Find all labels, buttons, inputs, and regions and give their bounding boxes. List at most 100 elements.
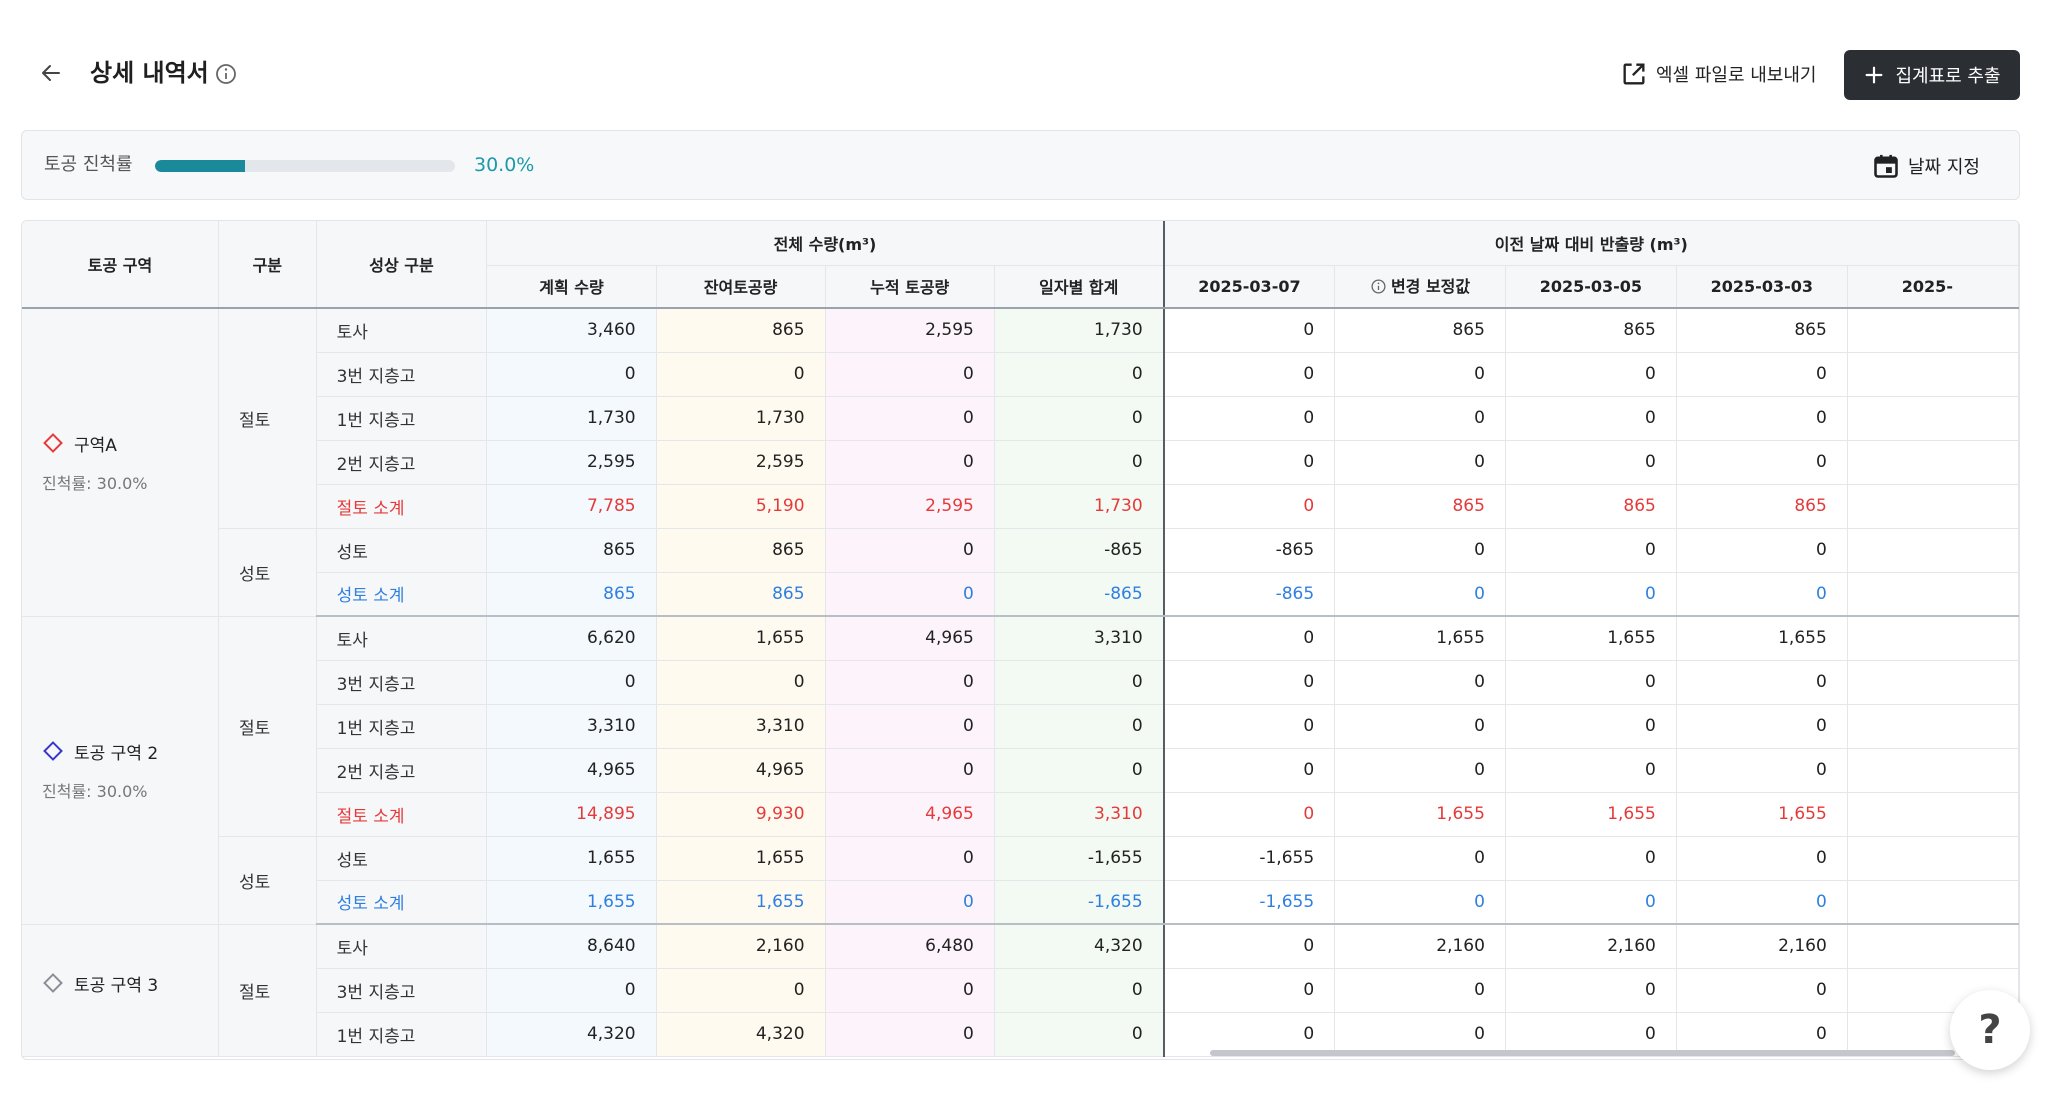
progress-bar bbox=[155, 160, 455, 172]
value-cell: 0 bbox=[994, 352, 1165, 397]
header-remaining: 잔여토공량 bbox=[656, 265, 826, 309]
table-row: 2번 지층고 2,595 2,595 0 0 0 0 0 0 bbox=[22, 440, 2019, 485]
horizontal-scrollbar[interactable] bbox=[1210, 1050, 1955, 1056]
value-cell: 0 bbox=[1163, 924, 1336, 969]
header-date-4[interactable]: 2025-03-03 bbox=[1676, 265, 1848, 309]
value-cell: 0 bbox=[825, 704, 995, 749]
value-cell: 1,730 bbox=[994, 308, 1165, 353]
value-cell: -865 bbox=[1163, 528, 1336, 573]
value-cell: 4,965 bbox=[825, 792, 995, 837]
zone-cell[interactable]: 구역A 진척률: 30.0% bbox=[22, 308, 220, 617]
value-cell: 0 bbox=[656, 660, 826, 705]
value-cell: 0 bbox=[1334, 660, 1506, 705]
state-label: 성토 bbox=[316, 836, 488, 881]
value-cell: 0 bbox=[825, 440, 995, 485]
zone-rate: 진척률: 30.0% bbox=[42, 473, 148, 493]
value-cell: 4,320 bbox=[486, 1012, 657, 1057]
zone-cell[interactable]: 토공 구역 2 진척률: 30.0% bbox=[22, 616, 220, 925]
value-cell: 2,595 bbox=[486, 440, 657, 485]
zone-rate: 진척률: 30.0% bbox=[42, 781, 148, 801]
table-row: 성토 소계 865 865 0 -865 -865 0 0 0 bbox=[22, 572, 2019, 617]
value-cell: 0 bbox=[825, 1012, 995, 1057]
value-cell: 0 bbox=[1163, 792, 1336, 837]
value-cell: 0 bbox=[825, 528, 995, 573]
export-excel-button[interactable]: 엑셀 파일로 내보내기 bbox=[1620, 56, 1816, 92]
value-cell: 0 bbox=[1676, 704, 1848, 749]
header-correction[interactable]: 변경 보정값 bbox=[1334, 265, 1506, 309]
header-prev-group: 이전 날짜 대비 반출량 (m³) bbox=[1163, 221, 2019, 266]
value-cell: 865 bbox=[1676, 308, 1848, 353]
header-date-1[interactable]: 2025-03-07 bbox=[1163, 265, 1336, 309]
state-label: 성토 bbox=[316, 528, 488, 573]
value-cell: 0 bbox=[1505, 396, 1677, 441]
value-cell: 1,655 bbox=[1505, 792, 1677, 837]
value-cell bbox=[1847, 352, 2019, 397]
state-label: 1번 지층고 bbox=[316, 396, 488, 441]
detail-table-container[interactable]: 토공 구역 구분 성상 구분 전체 수량(m³) 이전 날짜 대비 반출량 (m… bbox=[21, 220, 2020, 1060]
plus-icon bbox=[1866, 66, 1883, 84]
value-cell: 0 bbox=[1505, 352, 1677, 397]
extract-summary-button[interactable]: 집계표로 추출 bbox=[1844, 50, 2020, 100]
state-label: 3번 지층고 bbox=[316, 968, 488, 1013]
value-cell bbox=[1847, 836, 2019, 881]
header-state: 성상 구분 bbox=[316, 221, 488, 309]
value-cell: 0 bbox=[1505, 572, 1677, 617]
zone-cell[interactable]: 토공 구역 3 bbox=[22, 924, 220, 1057]
arrow-left-icon bbox=[42, 65, 60, 81]
value-cell: 1,655 bbox=[656, 616, 826, 661]
value-cell: 0 bbox=[825, 880, 995, 925]
value-cell: 0 bbox=[1334, 396, 1506, 441]
help-button[interactable]: ? bbox=[1950, 990, 2030, 1070]
value-cell: 8,640 bbox=[486, 924, 657, 969]
progress-value: 30.0% bbox=[474, 154, 535, 176]
value-cell bbox=[1847, 396, 2019, 441]
value-cell: 865 bbox=[486, 572, 657, 617]
value-cell: 0 bbox=[486, 352, 657, 397]
value-cell: 0 bbox=[1505, 660, 1677, 705]
state-label: 1번 지층고 bbox=[316, 704, 488, 749]
kind-cell-cut: 절토 bbox=[218, 924, 317, 1057]
value-cell bbox=[1847, 792, 2019, 837]
value-cell: 0 bbox=[1676, 748, 1848, 793]
value-cell: 0 bbox=[1676, 572, 1848, 617]
value-cell: 1,655 bbox=[1334, 616, 1506, 661]
state-label: 절토 소계 bbox=[316, 792, 488, 837]
value-cell bbox=[1847, 660, 2019, 705]
value-cell bbox=[1847, 572, 2019, 617]
progress-bar-fill bbox=[155, 160, 245, 172]
header-date-5[interactable]: 2025- bbox=[1847, 265, 2019, 309]
value-cell: 0 bbox=[656, 968, 826, 1013]
value-cell bbox=[1847, 484, 2019, 529]
progress-label: 토공 진척률 bbox=[44, 154, 133, 175]
page-title: 상세 내역서 bbox=[90, 59, 209, 87]
value-cell: 0 bbox=[1163, 308, 1336, 353]
back-button[interactable] bbox=[36, 58, 66, 88]
value-cell: 2,160 bbox=[656, 924, 826, 969]
table-row: 절토 소계 14,895 9,930 4,965 3,310 0 1,655 1,655 1,6… bbox=[22, 792, 2019, 837]
header-daily: 일자별 합계 bbox=[994, 265, 1165, 309]
value-cell: 1,655 bbox=[1505, 616, 1677, 661]
external-link-icon bbox=[1623, 63, 1645, 85]
zone-name: 토공 구역 3 bbox=[42, 971, 218, 996]
table-row: 절토 소계 7,785 5,190 2,595 1,730 0 865 865 865 bbox=[22, 484, 2019, 529]
value-cell: 0 bbox=[1505, 704, 1677, 749]
value-cell: -865 bbox=[994, 572, 1165, 617]
value-cell: 0 bbox=[1676, 880, 1848, 925]
state-label: 3번 지층고 bbox=[316, 660, 488, 705]
date-select-button[interactable]: 날짜 지정 bbox=[1872, 147, 1980, 185]
value-cell: 865 bbox=[656, 528, 826, 573]
value-cell: 7,785 bbox=[486, 484, 657, 529]
value-cell: 1,730 bbox=[486, 396, 657, 441]
info-icon[interactable] bbox=[214, 62, 238, 86]
value-cell: 1,655 bbox=[656, 836, 826, 881]
value-cell: 2,160 bbox=[1334, 924, 1506, 969]
value-cell bbox=[1847, 924, 2019, 969]
value-cell: 0 bbox=[1505, 836, 1677, 881]
value-cell: 0 bbox=[1163, 748, 1336, 793]
diamond-icon bbox=[43, 741, 63, 761]
header-date-3[interactable]: 2025-03-05 bbox=[1505, 265, 1677, 309]
value-cell: -1,655 bbox=[1163, 880, 1336, 925]
value-cell: 0 bbox=[825, 352, 995, 397]
value-cell: 0 bbox=[994, 1012, 1165, 1057]
value-cell: -865 bbox=[1163, 572, 1336, 617]
